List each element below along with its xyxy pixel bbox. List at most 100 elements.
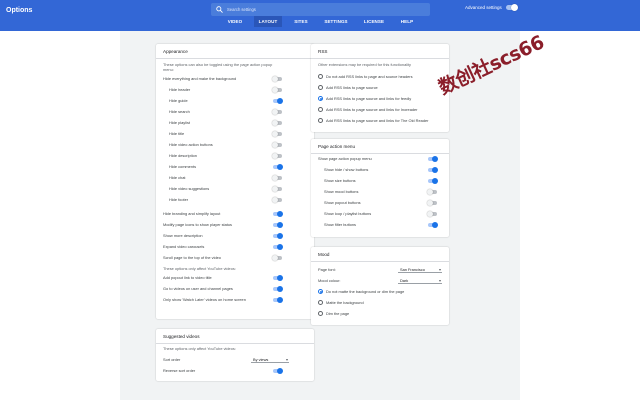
row-label: Hide guide (169, 98, 188, 103)
suggested-videos-card: Suggested videos These options only affe… (156, 329, 314, 381)
toggle-knob (272, 131, 278, 137)
row-label: Hide title (169, 131, 185, 136)
toggle-knob (277, 98, 283, 104)
row-label: Modify page icons to show player status (163, 222, 232, 227)
row-label: Add popout link to video title (163, 275, 212, 280)
toggle-knob (427, 211, 433, 217)
row-label: Expand video carousels (163, 244, 205, 249)
toggle-hide-branding[interactable] (273, 211, 283, 217)
toggle-knob (277, 368, 283, 374)
row-show-more-description: Show more description (163, 230, 203, 241)
tab-video[interactable]: VIDEO (224, 16, 246, 27)
radio-rss-page-source[interactable] (318, 85, 323, 90)
toggle-hide-footer[interactable] (272, 197, 282, 203)
mood-title: Mood (318, 252, 330, 257)
toggle-show-filter-buttons[interactable] (428, 222, 438, 228)
row-scroll-page-top: Scroll page to the top of the video (163, 252, 221, 263)
row-modify-page-icons: Modify page icons to show player status (163, 219, 232, 230)
row-label: Show loop / playlist buttons (324, 211, 372, 216)
toggle-knob (272, 255, 278, 261)
tab-settings[interactable]: SETTINGS (321, 16, 351, 27)
mood-card: Mood Page font: San Francisco Mood colou… (311, 247, 449, 325)
divider (156, 58, 314, 59)
radio-dim-page[interactable] (318, 311, 323, 316)
toggle-show-popout-buttons[interactable] (427, 200, 437, 206)
toggle-knob (432, 222, 438, 228)
row-rss-page-source: Add RSS links to page source (326, 82, 378, 93)
toggle-add-popout-link[interactable] (273, 275, 283, 281)
radio-no-matte[interactable] (318, 289, 323, 294)
toggle-modify-page-icons[interactable] (273, 222, 283, 228)
row-label: Hide branding and simplify layout (163, 211, 221, 216)
search-box[interactable] (211, 3, 430, 16)
toggle-show-hide-buttons[interactable] (428, 167, 438, 173)
toggle-knob (432, 167, 438, 173)
toggle-show-page-action-popup[interactable] (428, 156, 438, 162)
row-show-filter-buttons: Show filter buttons (324, 219, 356, 230)
toggle-hide-header[interactable] (272, 87, 282, 93)
toggle-only-watch-later[interactable] (273, 297, 283, 303)
mood-colour-value: Dark (400, 278, 409, 283)
toggle-go-to-videos[interactable] (273, 286, 283, 292)
radio-rss-old-reader[interactable] (318, 118, 323, 123)
toggle-knob (432, 156, 438, 162)
toggle-hide-search[interactable] (272, 109, 282, 115)
toggle-show-size-buttons[interactable] (428, 178, 438, 184)
radio-matte-background[interactable] (318, 300, 323, 305)
row-label: Scroll page to the top of the video (163, 255, 221, 260)
toggle-hide-title[interactable] (272, 131, 282, 137)
search-input[interactable] (227, 5, 425, 14)
toggle-hide-comments[interactable] (273, 164, 283, 170)
tab-license[interactable]: LICENSE (361, 16, 387, 27)
toggle-show-mood-buttons[interactable] (427, 189, 437, 195)
toggle-knob (272, 175, 278, 181)
row-show-page-action-popup: Show page action popup menu (318, 153, 372, 164)
row-label: Add RSS links to page source and links f… (326, 96, 412, 101)
toggle-knob (277, 297, 283, 303)
row-hide-branding: Hide branding and simplify layout (163, 208, 220, 219)
toggle-hide-playlist[interactable] (272, 120, 282, 126)
row-show-size-buttons: Show size buttons (324, 175, 356, 186)
advanced-settings-toggle[interactable] (506, 4, 518, 11)
toggle-knob (277, 222, 283, 228)
row-label: Do not add RSS links to page and source … (326, 74, 413, 79)
toggle-show-loop-playlist-buttons[interactable] (427, 211, 437, 217)
toggle-hide-chat[interactable] (272, 175, 282, 181)
toggle-scroll-page-top[interactable] (272, 255, 282, 261)
toggle-hide-everything[interactable] (272, 76, 282, 82)
mood-colour-select[interactable]: Dark (398, 277, 442, 284)
row-label: Show popout buttons (324, 200, 361, 205)
toggle-knob (272, 153, 278, 159)
page-font-select[interactable]: San Francisco (398, 266, 442, 273)
radio-rss-inoreader[interactable] (318, 107, 323, 112)
toggle-knob (427, 189, 433, 195)
row-label: Show size buttons (324, 178, 356, 183)
sort-order-select[interactable]: By views (251, 356, 289, 363)
toggle-reverse-sort-order[interactable] (273, 368, 283, 374)
row-show-hide-buttons: Show hide / show buttons (324, 164, 368, 175)
row-hide-video-suggestions: Hide video suggestions (169, 183, 209, 194)
toggle-hide-guide[interactable] (273, 98, 283, 104)
radio-rss-none[interactable] (318, 74, 323, 79)
toggle-hide-description[interactable] (272, 153, 282, 159)
row-label: Only show 'Watch Later' videos on home s… (163, 297, 246, 302)
row-label: Show mood buttons (324, 189, 359, 194)
row-hide-chat: Hide chat (169, 172, 185, 183)
toggle-hide-video-suggestions[interactable] (272, 186, 282, 192)
tab-layout[interactable]: LAYOUT (254, 16, 282, 27)
toggle-knob (277, 164, 283, 170)
radio-rss-feedly[interactable] (318, 96, 323, 101)
toggle-expand-video-carousels[interactable] (273, 244, 283, 250)
toggle-show-more-description[interactable] (273, 233, 283, 239)
toggle-knob (432, 178, 438, 184)
row-hide-video-action-buttons: Hide video action buttons (169, 139, 213, 150)
rss-note: Other extensions may be required for thi… (318, 62, 411, 67)
toggle-hide-video-action-buttons[interactable] (272, 142, 282, 148)
row-hide-guide: Hide guide (169, 95, 188, 106)
row-show-mood-buttons: Show mood buttons (324, 186, 358, 197)
row-label: Add RSS links to page source (326, 85, 378, 90)
tab-help[interactable]: HELP (397, 16, 417, 27)
row-rss-inoreader: Add RSS links to page source and links f… (326, 104, 417, 115)
toggle-knob (277, 275, 283, 281)
tab-sites[interactable]: SITES (290, 16, 312, 27)
